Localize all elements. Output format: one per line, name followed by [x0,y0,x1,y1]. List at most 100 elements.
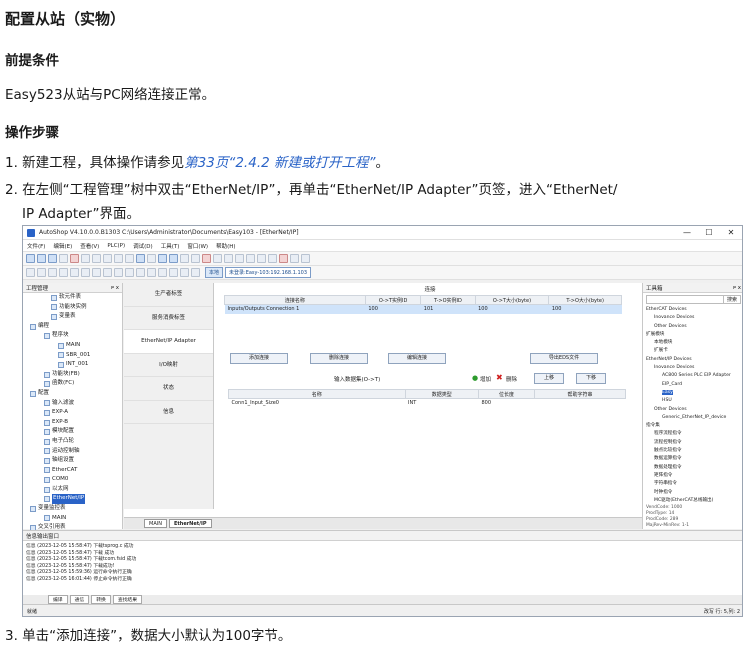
ladder-delete-line-icon[interactable] [92,268,101,277]
ladder-vline-icon[interactable] [81,268,90,277]
paste-icon[interactable] [92,254,101,263]
menu-debug[interactable]: 调试(D) [133,242,153,250]
save-icon[interactable] [48,254,57,263]
tree-item[interactable]: 变量表 [23,312,122,322]
tree-item[interactable]: MAIN [23,514,122,524]
ladder-arrow-up-icon[interactable] [180,268,189,277]
new-icon[interactable] [26,254,35,263]
tab-main[interactable]: MAIN [144,519,167,528]
maximize-button[interactable]: ☐ [698,227,720,239]
toolbox-item[interactable]: EtherCAT Devices [643,306,742,314]
stop-icon[interactable] [202,254,211,263]
toolbox-item[interactable]: Easy [643,389,742,397]
tree-item[interactable]: 功能块实例 [23,303,122,313]
tree-item[interactable]: COM0 [23,475,122,485]
redo-icon[interactable] [114,254,123,263]
toolbox-item[interactable]: Inovance Devices [643,314,742,322]
ladder-invert-icon[interactable] [125,268,134,277]
layout-icon[interactable] [246,254,255,263]
menu-plc[interactable]: PLC(P) [107,243,125,249]
add-icon[interactable]: ● [472,374,478,382]
ladder-contact-nc-icon[interactable] [37,268,46,277]
tree-item[interactable]: 功能块(FB) [23,370,122,380]
tree-item[interactable]: SBR_001 [23,351,122,361]
help-icon[interactable] [301,254,310,263]
export-eds-button[interactable]: 导出EDS文件 [530,353,598,364]
tree-item[interactable]: EXP-B [23,418,122,428]
toolbox-item[interactable]: MC驱动(EtherCAT总线输出) [643,497,742,505]
ladder-coil-icon[interactable] [48,268,57,277]
table-row[interactable]: Conn1_Input_Size0 INT 800 [229,399,626,408]
move-down-button[interactable]: 下移 [576,373,606,384]
toolbox-item[interactable]: Inovance Devices [643,364,742,372]
toolbox-item[interactable]: 矩阵指令 [643,472,742,480]
table-icon[interactable] [235,254,244,263]
tab-convert[interactable]: 转换 [91,595,111,604]
step-1-link[interactable]: 第33页“2.4.2 新建或打开工程” [184,155,375,171]
add-item-button[interactable]: 增加 [480,375,491,383]
tree-item[interactable]: 程序块 [23,331,122,341]
window-icon[interactable] [290,254,299,263]
toolbox-item[interactable]: HSU [643,397,742,405]
tree-item[interactable]: 软元件表 [23,293,122,303]
cut-icon[interactable] [70,254,79,263]
toolbox-item[interactable]: 本地模块 [643,339,742,347]
tree-item[interactable]: INT_001 [23,360,122,370]
menu-file[interactable]: 文件(F) [27,242,45,250]
ladder-falling-icon[interactable] [114,268,123,277]
project-tree-pin-close[interactable]: ᴘ x [111,285,119,291]
nav-consumer-tags[interactable]: 服务消费标签 [124,307,213,330]
nav-info[interactable]: 信息 [124,401,213,424]
ladder-function-icon[interactable] [59,268,68,277]
toolbox-item[interactable]: Generic_EtherNet_IP_device [643,414,742,422]
move-up-button[interactable]: 上移 [534,373,564,384]
search-icon[interactable] [136,254,145,263]
local-connection-button[interactable]: 本地 [205,267,224,278]
delete-connection-button[interactable]: 删除连接 [310,353,368,364]
menu-window[interactable]: 窗口(W) [187,242,208,250]
nav-status[interactable]: 状态 [124,377,213,401]
toolbox-item[interactable]: 程序流程指令 [643,430,742,438]
undo-icon[interactable] [103,254,112,263]
toolbox-search-button[interactable]: 搜索 [722,296,740,303]
nav-ethernet-ip-adapter[interactable]: EtherNet/IP Adapter [124,330,213,354]
toolbox-item[interactable]: 数据运算指令 [643,455,742,463]
toolbox-item[interactable]: Other Devices [643,406,742,414]
toolbox-item[interactable]: 数据处理指令 [643,464,742,472]
ladder-rising-icon[interactable] [103,268,112,277]
tree-item[interactable]: 轴组设置 [23,456,122,466]
monitor-icon[interactable] [180,254,189,263]
ladder-delete-row-icon[interactable] [147,268,156,277]
menu-tools[interactable]: 工具(T) [161,242,180,250]
diag-icon[interactable] [224,254,233,263]
tab-find-results[interactable]: 查找结果 [112,595,143,604]
minimize-button[interactable]: — [676,227,698,239]
ladder-comment-icon[interactable] [158,268,167,277]
toolbox-item[interactable]: 时钟指令 [643,489,742,497]
open-icon[interactable] [37,254,46,263]
tree-item[interactable]: 输入滤波 [23,399,122,409]
tree-item[interactable]: 模块配置 [23,427,122,437]
add-connection-button[interactable]: 添加连接 [230,353,288,364]
ladder-zoom-icon[interactable] [169,268,178,277]
toolbox-item[interactable]: 指令集 [643,422,742,430]
tree-item[interactable]: 电子凸轮 [23,437,122,447]
tree-item[interactable]: MAIN [23,341,122,351]
toolbox-item[interactable]: EtherNet/IP Devices [643,356,742,364]
table-row[interactable]: Inputs/Outputs Connection 1 100 101 100 … [224,304,622,314]
menu-view[interactable]: 查看(V) [80,242,99,250]
tree-item[interactable]: 函数(FC) [23,379,122,389]
nav-producer-tags[interactable]: 生产者标签 [124,283,213,307]
tree-item[interactable]: 以太网 [23,485,122,495]
toolbox-item[interactable]: Other Devices [643,323,742,331]
toolbox-item[interactable]: 扩展卡 [643,347,742,355]
toolbox-item[interactable]: AC800 Series PLC EIP Adapter [643,372,742,380]
ladder-hline-icon[interactable] [70,268,79,277]
upload-icon[interactable] [169,254,178,263]
tree-item[interactable]: 编程 [23,322,122,332]
toolbox-pin-close[interactable]: ᴘ x [733,285,741,291]
edit-connection-button[interactable]: 编辑连接 [388,353,446,364]
toolbox-search-input[interactable]: 搜索 [646,295,741,304]
tab-ethernet-ip[interactable]: EtherNet/IP [168,519,212,528]
settings-icon[interactable] [268,254,277,263]
